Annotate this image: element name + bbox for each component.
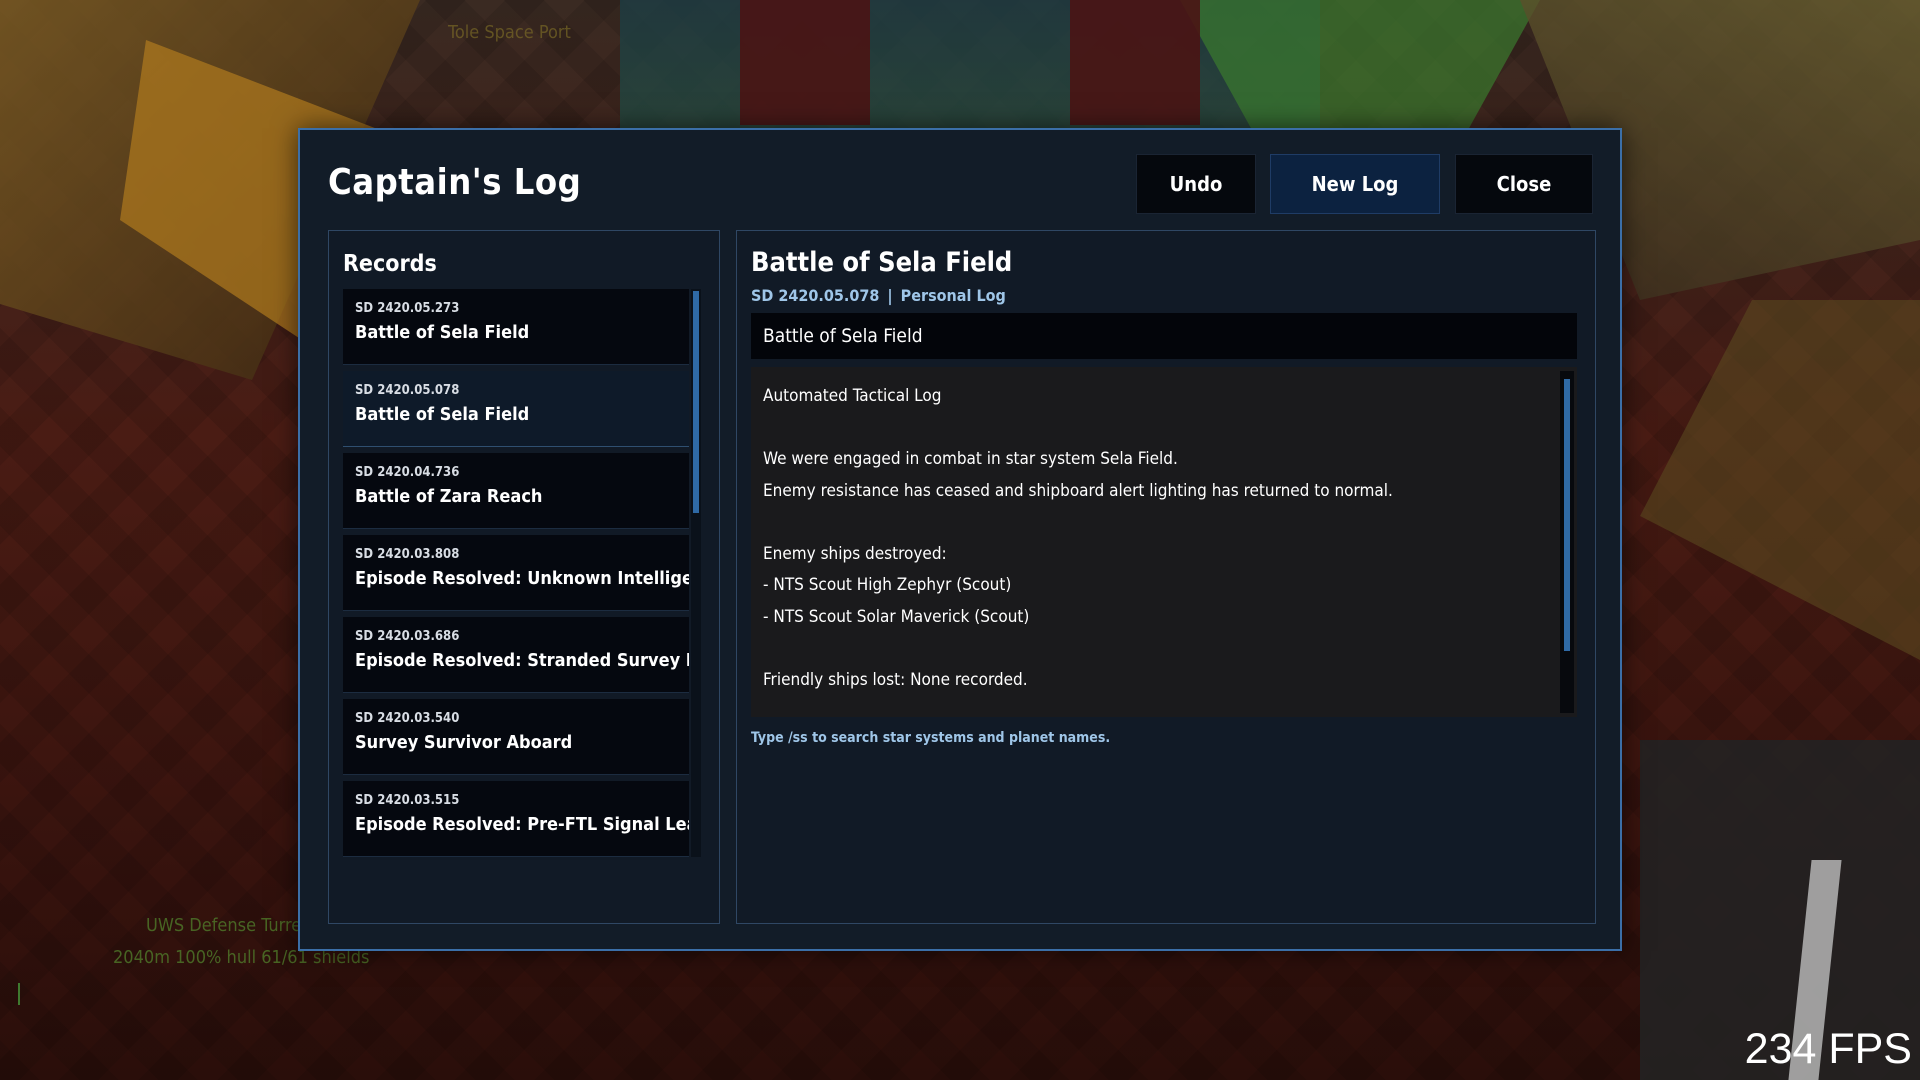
- close-button[interactable]: Close: [1455, 154, 1593, 214]
- record-item[interactable]: SD 2420.04.736 Battle of Zara Reach: [343, 453, 689, 529]
- record-title: Survey Survivor Aboard: [355, 732, 573, 753]
- dialog-title: Captain's Log: [328, 162, 582, 203]
- log-body-line: Enemy ships destroyed:: [763, 543, 947, 564]
- record-title: Episode Resolved: Pre-FTL Signal Leakage: [355, 814, 689, 835]
- fps-counter: 234 FPS: [1744, 1025, 1912, 1073]
- record-title: Battle of Sela Field: [355, 404, 530, 425]
- hud-target-name: UWS Defense Turret: [146, 915, 308, 936]
- record-title: Battle of Sela Field: [355, 322, 530, 343]
- record-title: Episode Resolved: Stranded Survey Exped: [355, 650, 689, 671]
- log-detail-panel: Battle of Sela Field SD 2420.05.078 | Pers…: [736, 230, 1596, 924]
- record-date: SD 2420.04.736: [355, 465, 460, 480]
- log-body-line: [763, 413, 1547, 445]
- log-body-line: We were engaged in combat in star system…: [763, 449, 1178, 469]
- log-body-textarea[interactable]: Automated Tactical Log We were engaged in…: [751, 367, 1577, 717]
- hud-cursor: [18, 983, 20, 1005]
- record-item[interactable]: SD 2420.03.808 Episode Resolved: Unknown …: [343, 535, 689, 611]
- log-body-line: - NTS Scout Solar Maverick (Scout): [763, 606, 1030, 627]
- new-log-button[interactable]: New Log: [1270, 154, 1440, 214]
- record-item[interactable]: SD 2420.03.686 Episode Resolved: Stranded…: [343, 617, 689, 693]
- record-item[interactable]: SD 2420.05.078 Battle of Sela Field: [343, 371, 689, 447]
- log-title-input[interactable]: Battle of Sela Field: [751, 313, 1577, 359]
- log-body-line: [763, 507, 1547, 539]
- record-date: SD 2420.03.808: [355, 547, 460, 562]
- log-stardate: SD 2420.05.078: [751, 286, 880, 305]
- log-detail-meta: SD 2420.05.078 | Personal Log: [751, 286, 1006, 305]
- log-body-line: Friendly ships lost: None recorded.: [763, 669, 1028, 690]
- log-body-scrollbar-thumb[interactable]: [1564, 379, 1570, 651]
- log-body-line: [763, 633, 1547, 665]
- records-panel: Records SD 2420.05.273 Battle of Sela Fie…: [328, 230, 720, 924]
- hud-location-label: Tole Space Port: [448, 22, 571, 43]
- record-date: SD 2420.05.273: [355, 301, 460, 316]
- captains-log-dialog: Captain's Log Undo New Log Close Records…: [298, 128, 1622, 951]
- log-body-line: - NTS Scout High Zephyr (Scout): [763, 575, 1012, 595]
- records-scrollbar-thumb[interactable]: [693, 291, 699, 513]
- record-title: Battle of Zara Reach: [355, 486, 543, 507]
- undo-button[interactable]: Undo: [1136, 154, 1256, 214]
- record-date: SD 2420.03.540: [355, 711, 460, 726]
- record-date: SD 2420.05.078: [355, 383, 460, 398]
- log-detail-title: Battle of Sela Field: [751, 247, 1013, 278]
- meta-separator: |: [887, 286, 893, 305]
- log-type: Personal Log: [900, 286, 1006, 305]
- records-heading: Records: [343, 251, 437, 277]
- record-item[interactable]: SD 2420.05.273 Battle of Sela Field: [343, 289, 689, 365]
- record-date: SD 2420.03.515: [355, 793, 460, 808]
- record-title: Episode Resolved: Unknown Intelligent Si…: [355, 568, 689, 589]
- record-date: SD 2420.03.686: [355, 629, 460, 644]
- record-item[interactable]: SD 2420.03.540 Survey Survivor Aboard: [343, 699, 689, 775]
- log-body-line: Automated Tactical Log: [763, 386, 942, 406]
- record-item[interactable]: SD 2420.03.515 Episode Resolved: Pre-FTL …: [343, 781, 689, 857]
- records-scrollbar[interactable]: [691, 289, 701, 857]
- log-body-scrollbar[interactable]: [1560, 371, 1574, 713]
- search-hint: Type /ss to search star systems and plan…: [751, 730, 1111, 746]
- log-body-line: Enemy resistance has ceased and shipboar…: [763, 480, 1393, 501]
- records-list[interactable]: SD 2420.05.273 Battle of Sela Field SD 242…: [343, 289, 689, 857]
